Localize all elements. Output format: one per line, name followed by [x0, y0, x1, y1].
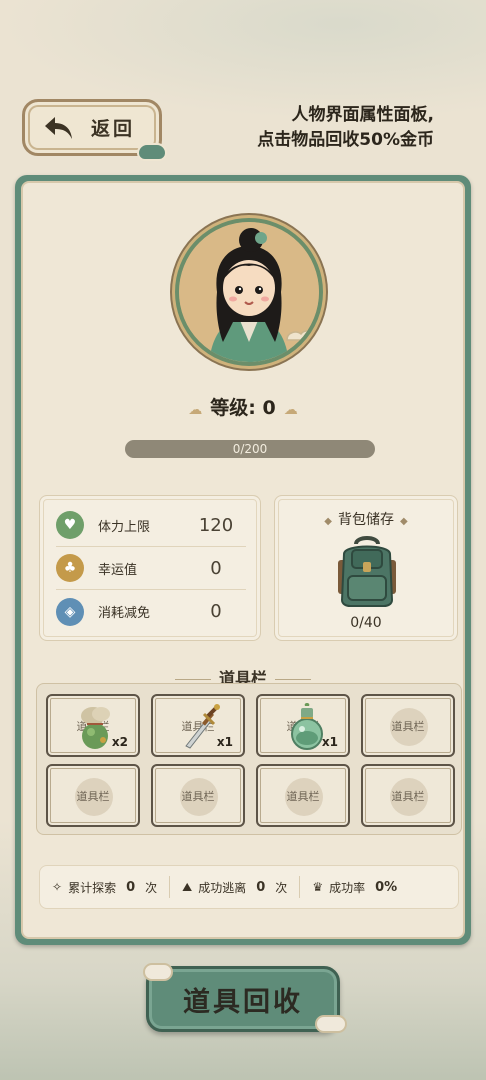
rate-value: 0%: [375, 879, 398, 895]
xp-progress-bar: 0/200: [125, 440, 375, 458]
diamond-right-icon: ◆: [400, 516, 408, 527]
item-slot-2[interactable]: 道具栏 x1: [151, 694, 245, 757]
stat-label: 幸运值: [98, 562, 138, 578]
diamond-left-icon: ◆: [324, 516, 332, 527]
hint-line-1: 人物界面属性面板,: [291, 105, 434, 125]
summary-explore: ✧ 累计探索 0 次: [52, 879, 157, 896]
stat-value: 0: [210, 601, 222, 622]
clover-icon: ♣: [56, 554, 84, 582]
cloud-decoration-icon: [137, 143, 167, 161]
item-slot-label: 道具栏: [286, 790, 320, 803]
item-slot-label: 道具栏: [391, 790, 425, 803]
recycle-button-label: 道具回收: [183, 986, 303, 1018]
summary-escape: ⛰ 成功逃离 0 次: [182, 879, 287, 896]
divider: [275, 679, 311, 680]
stat-row-luck: ♣ 幸运值 0: [56, 547, 246, 590]
trophy-icon: ♛: [312, 880, 324, 894]
recycle-items-button[interactable]: 道具回收: [143, 963, 347, 1033]
explore-unit: 次: [145, 880, 158, 895]
cloud-decoration-icon: [143, 963, 173, 981]
character-panel-inner: ☁ 等级: 0 ☁ 0/200 ♥ 体力上限 120 ♣ 幸运值 0 ◈ 消耗减免 …: [21, 181, 465, 939]
explore-label: 累计探索: [68, 880, 117, 895]
cloud-right-icon: ☁: [283, 402, 298, 418]
divider: [174, 679, 211, 680]
item-slot-label: 道具栏: [391, 720, 425, 733]
escape-value: 0: [256, 879, 266, 895]
items-grid: 道具栏 x2 道具栏: [36, 683, 462, 835]
stat-label: 体力上限: [98, 519, 151, 535]
item-slot-7[interactable]: 道具栏: [256, 764, 350, 827]
summary-bar: ✧ 累计探索 0 次 ⛰ 成功逃离 0 次 ♛ 成功率 0%: [39, 865, 459, 909]
cloud-decoration-icon: [315, 1015, 347, 1033]
compass-icon: ✧: [52, 880, 63, 894]
map-icon: ⛰: [182, 879, 193, 894]
character-panel: ☁ 等级: 0 ☁ 0/200 ♥ 体力上限 120 ♣ 幸运值 0 ◈ 消耗减免 …: [15, 175, 471, 945]
hint-text: 人物界面属性面板, 点击物品回收50%金币: [204, 103, 434, 153]
item-slot-5[interactable]: 道具栏: [46, 764, 140, 827]
item-slot-3[interactable]: 道具栏 x1: [256, 694, 350, 757]
back-button[interactable]: 返回: [22, 99, 167, 161]
summary-rate: ♛ 成功率 0%: [312, 879, 401, 896]
divider: [169, 876, 171, 898]
escape-label: 成功逃离: [198, 880, 247, 895]
item-slot-4[interactable]: 道具栏: [361, 694, 455, 757]
backpack-title: ◆ 背包储存 ◆: [275, 509, 457, 529]
item-slot-label: 道具栏: [76, 790, 110, 803]
level-display: ☁ 等级: 0 ☁: [23, 393, 463, 420]
item-slot-label: 道具栏: [181, 790, 215, 803]
stat-value: 120: [198, 514, 234, 536]
explore-value: 0: [126, 879, 136, 895]
item-slot-1[interactable]: 道具栏 x2: [46, 694, 140, 757]
xp-progress-text: 0/200: [232, 442, 268, 456]
back-button-label: 返回: [91, 118, 136, 140]
stat-label: 消耗减免: [98, 606, 151, 621]
stats-box: ♥ 体力上限 120 ♣ 幸运值 0 ◈ 消耗减免 0: [39, 495, 261, 641]
back-arrow-icon: [41, 110, 77, 146]
stat-row-cost-reduction: ◈ 消耗减免 0: [56, 590, 246, 633]
backpack-icon: [338, 536, 396, 607]
item-qty: x1: [321, 735, 338, 749]
item-qty: x2: [111, 735, 128, 749]
rate-label: 成功率: [329, 880, 366, 895]
cloud-left-icon: ☁: [188, 402, 203, 418]
hint-line-2: 点击物品回收50%金币: [257, 130, 434, 150]
shield-icon: ◈: [56, 597, 84, 626]
heart-icon: ♥: [56, 511, 84, 539]
escape-unit: 次: [275, 880, 288, 895]
stat-value: 0: [210, 557, 222, 579]
character-avatar: [175, 218, 323, 366]
item-slot-8[interactable]: 道具栏: [361, 764, 455, 827]
backpack-title-text: 背包储存: [338, 512, 394, 528]
stat-row-stamina: ♥ 体力上限 120: [56, 504, 246, 547]
backpack-box[interactable]: ◆ 背包储存 ◆ 0/40: [274, 495, 458, 641]
backpack-count: 0/40: [350, 615, 382, 631]
level-label: 等级: 0: [210, 397, 276, 419]
divider: [299, 876, 301, 898]
item-slot-6[interactable]: 道具栏: [151, 764, 245, 827]
item-qty: x1: [216, 735, 233, 749]
